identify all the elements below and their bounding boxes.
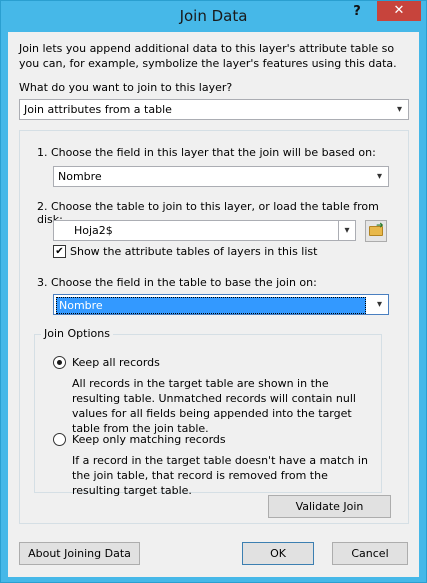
show-attr-tables-checkbox[interactable]: ✔ [53,245,66,258]
step3-label: 3. Choose the field in the table to base… [37,276,317,289]
intro-text: Join lets you append additional data to … [19,42,397,70]
dialog-body: Join lets you append additional data to … [8,32,419,577]
close-button[interactable]: ✕ [377,1,421,21]
keep-all-description: All records in the target table are show… [72,377,356,435]
help-button[interactable]: ? [348,4,366,24]
keep-matching-description: If a record in the target table doesn't … [72,454,368,497]
chevron-down-icon: ▾ [376,171,383,182]
radio-selected-dot [57,360,62,365]
keep-matching-radio[interactable] [53,433,66,446]
ok-button[interactable]: OK [242,542,314,565]
join-type-value: Join attributes from a table [24,103,172,116]
join-table-field-dropdown[interactable]: Nombre ▾ [53,294,389,315]
title-bar[interactable]: Join Data ? ✕ [1,1,426,32]
join-table-field-value: Nombre [56,297,366,314]
join-options-group: Join Options Keep all records All record… [34,327,382,497]
about-joining-data-button[interactable]: About Joining Data [19,542,140,565]
load-table-button[interactable]: ➜ [365,220,387,242]
join-table-dropdown[interactable]: Hoja2$ ▾ [53,220,356,241]
validate-join-button[interactable]: Validate Join [268,495,391,518]
layer-field-value: Nombre [58,170,102,183]
join-type-dropdown[interactable]: Join attributes from a table ▾ [19,99,409,120]
show-attr-tables-label: Show the attribute tables of layers in t… [70,245,318,258]
cancel-button[interactable]: Cancel [332,542,408,565]
chevron-down-icon: ▾ [396,104,403,115]
step1-label: 1. Choose the field in this layer that t… [37,146,376,159]
keep-all-label: Keep all records [72,356,160,369]
keep-all-radio[interactable] [53,356,66,369]
layer-field-dropdown[interactable]: Nombre ▾ [53,166,389,187]
join-data-dialog: Join Data ? ✕ Join lets you append addit… [0,0,427,583]
join-options-legend: Join Options [41,327,113,340]
arrow-icon: ➜ [376,221,384,231]
join-question-label: What do you want to join to this layer? [19,81,233,94]
chevron-down-icon: ▾ [338,221,355,240]
join-settings-panel: 1. Choose the field in this layer that t… [19,130,409,524]
chevron-down-icon: ▾ [376,299,383,310]
keep-matching-label: Keep only matching records [72,433,226,446]
join-table-value: Hoja2$ [74,224,113,237]
